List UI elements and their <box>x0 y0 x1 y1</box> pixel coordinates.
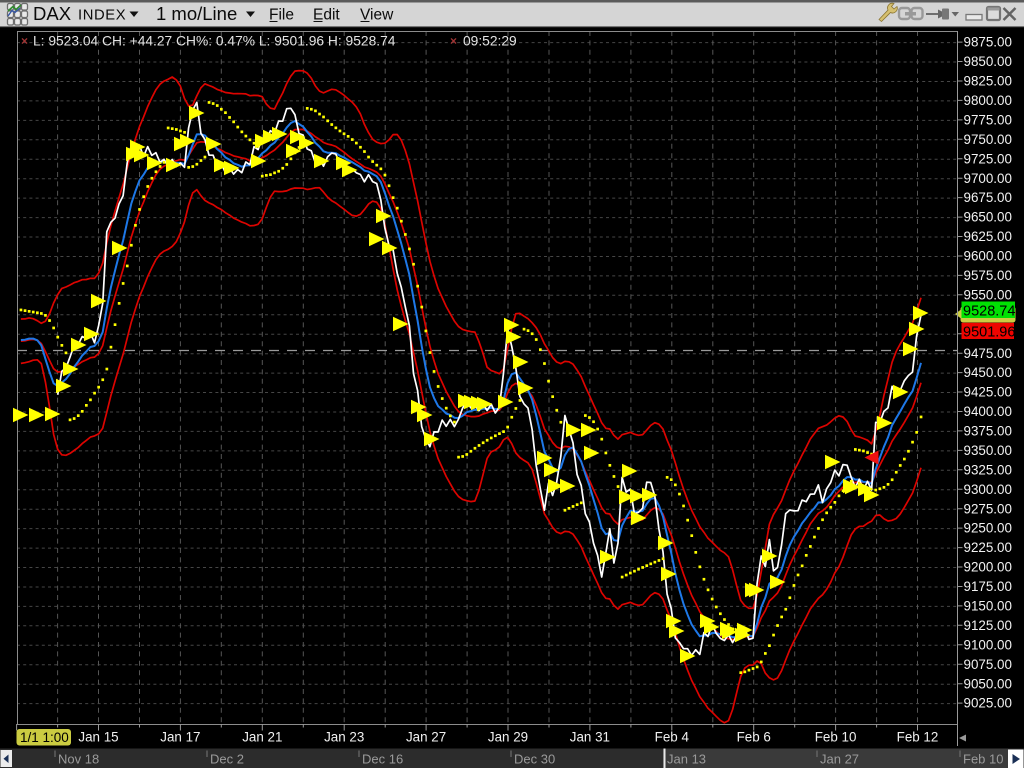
svg-text:Jan 29: Jan 29 <box>488 730 528 745</box>
svg-text:Dec 16: Dec 16 <box>362 752 403 767</box>
svg-text:9075.00: 9075.00 <box>964 657 1012 672</box>
svg-text:×: × <box>21 34 28 48</box>
svg-text:9450.00: 9450.00 <box>964 365 1012 380</box>
svg-text:9501.96: 9501.96 <box>963 324 1015 340</box>
svg-text:9050.00: 9050.00 <box>964 676 1012 691</box>
svg-text:L: 9523.04 CH: +44.27 CH%: 0.4: L: 9523.04 CH: +44.27 CH%: 0.47% L: 9501… <box>33 34 396 49</box>
svg-text:9850.00: 9850.00 <box>964 54 1012 69</box>
svg-text:Jan 27: Jan 27 <box>820 752 859 767</box>
svg-text:9325.00: 9325.00 <box>964 462 1012 477</box>
svg-text:9575.00: 9575.00 <box>964 268 1012 283</box>
svg-text:9275.00: 9275.00 <box>964 501 1012 516</box>
svg-text:9175.00: 9175.00 <box>964 579 1012 594</box>
svg-text:9375.00: 9375.00 <box>964 424 1012 439</box>
svg-text:9150.00: 9150.00 <box>964 599 1012 614</box>
svg-text:9475.00: 9475.00 <box>964 346 1012 361</box>
svg-text:Feb 10: Feb 10 <box>815 730 857 745</box>
svg-text:9775.00: 9775.00 <box>964 113 1012 128</box>
svg-text:9675.00: 9675.00 <box>964 190 1012 205</box>
svg-text:9875.00: 9875.00 <box>964 35 1012 50</box>
svg-text:9700.00: 9700.00 <box>964 171 1012 186</box>
svg-text:DAX: DAX <box>33 3 71 24</box>
svg-text:Jan 27: Jan 27 <box>406 730 446 745</box>
svg-text:9300.00: 9300.00 <box>964 482 1012 497</box>
svg-text:1/1 1:00: 1/1 1:00 <box>20 730 69 745</box>
svg-text:9200.00: 9200.00 <box>964 560 1012 575</box>
svg-text:9100.00: 9100.00 <box>964 637 1012 652</box>
svg-text:Dec 30: Dec 30 <box>514 752 555 767</box>
svg-text:Feb 10: Feb 10 <box>963 752 1003 767</box>
svg-text:View: View <box>360 7 394 24</box>
svg-text:09:52:29: 09:52:29 <box>463 34 517 49</box>
svg-text:9400.00: 9400.00 <box>964 404 1012 419</box>
svg-text:Feb 6: Feb 6 <box>737 730 771 745</box>
svg-text:Jan 23: Jan 23 <box>324 730 364 745</box>
svg-text:Feb 4: Feb 4 <box>655 730 690 745</box>
svg-text:9800.00: 9800.00 <box>964 93 1012 108</box>
svg-text:Jan 31: Jan 31 <box>570 730 610 745</box>
svg-text:1 mo/Line: 1 mo/Line <box>156 3 237 24</box>
svg-text:9025.00: 9025.00 <box>964 696 1012 711</box>
svg-text:9825.00: 9825.00 <box>964 74 1012 89</box>
svg-text:Jan 17: Jan 17 <box>160 730 200 745</box>
svg-text:Feb 12: Feb 12 <box>897 730 939 745</box>
svg-text:Dec 2: Dec 2 <box>210 752 244 767</box>
svg-text:Jan 15: Jan 15 <box>78 730 118 745</box>
svg-text:×: × <box>450 34 457 48</box>
svg-text:9725.00: 9725.00 <box>964 151 1012 166</box>
svg-text:9550.00: 9550.00 <box>964 287 1012 302</box>
svg-text:Edit: Edit <box>313 7 340 24</box>
svg-text:Nov 18: Nov 18 <box>58 752 99 767</box>
svg-text:Jan 13: Jan 13 <box>667 752 706 767</box>
svg-text:Jan 21: Jan 21 <box>242 730 282 745</box>
svg-text:9425.00: 9425.00 <box>964 385 1012 400</box>
svg-text:9225.00: 9225.00 <box>964 540 1012 555</box>
svg-text:9125.00: 9125.00 <box>964 618 1012 633</box>
svg-text:File: File <box>269 7 294 24</box>
svg-text:9350.00: 9350.00 <box>964 443 1012 458</box>
svg-text:9250.00: 9250.00 <box>964 521 1012 536</box>
svg-text:9528.74: 9528.74 <box>963 303 1015 319</box>
svg-text:INDEX: INDEX <box>78 8 126 24</box>
svg-text:9650.00: 9650.00 <box>964 210 1012 225</box>
svg-text:9600.00: 9600.00 <box>964 249 1012 264</box>
svg-text:9750.00: 9750.00 <box>964 132 1012 147</box>
svg-text:9625.00: 9625.00 <box>964 229 1012 244</box>
